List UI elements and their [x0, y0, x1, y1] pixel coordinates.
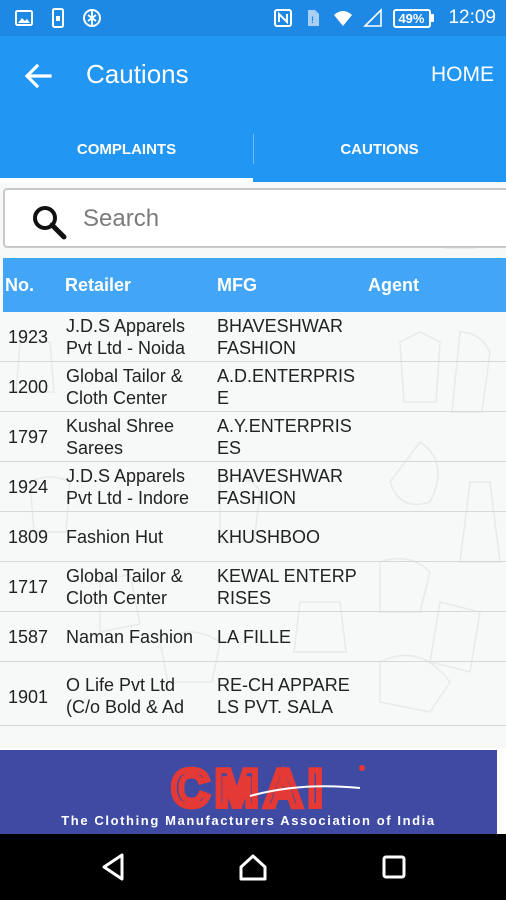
cmai-banner: CMAI The Clothing Manufacturers Associat… — [0, 750, 497, 834]
table-row[interactable]: 1809 Fashion Hut KHUSHBOO — [0, 512, 506, 562]
table-body: 1923 J.D.S Apparels Pvt Ltd - Noida BHAV… — [0, 312, 506, 736]
cell-mfg: A.D.ENTERPRISE — [217, 365, 356, 408]
column-header-retailer: Retailer — [65, 275, 132, 295]
content-area: No. Retailer MFG Agent 1923 J.D.S Appare… — [0, 182, 506, 748]
app-bar: Cautions HOME — [0, 36, 506, 116]
image-icon — [15, 10, 33, 26]
table-row[interactable]: 1200 Global Tailor & Cloth Center A.D.EN… — [0, 362, 506, 412]
cell-retailer: Global Tailor & Cloth Center — [66, 565, 183, 608]
battery-level: 49% — [393, 8, 432, 28]
search-bar — [3, 188, 506, 248]
battery-icon: 49% — [393, 8, 435, 28]
page-title: Cautions — [86, 59, 189, 89]
home-nav-icon[interactable] — [237, 851, 269, 883]
cell-mfg: KHUSHBOO — [217, 526, 321, 547]
table-header: No. Retailer MFG Agent — [3, 258, 506, 312]
tab-cautions[interactable]: CAUTIONS — [253, 116, 506, 182]
back-nav-icon[interactable] — [98, 851, 130, 883]
cell-retailer: Kushal Shree Sarees — [66, 415, 175, 458]
table-row[interactable]: 1587 Naman Fashion LA FILLE — [0, 612, 506, 662]
cell-no: 1200 — [8, 376, 49, 397]
cell-retailer: Global Tailor & Cloth Center — [66, 365, 183, 408]
signal-icon — [363, 8, 383, 27]
cell-no: 1717 — [8, 576, 49, 597]
table-row[interactable]: 1797 Kushal Shree Sarees A.Y.ENTERPRISES — [0, 412, 506, 462]
cell-mfg: BHAVESHWAR FASHION — [217, 465, 344, 508]
sim-icon: ! — [308, 10, 320, 26]
cell-retailer: Naman Fashion — [66, 626, 194, 647]
cell-mfg: KEWAL ENTERPRISES — [217, 565, 357, 608]
column-header-no: No. — [5, 275, 34, 295]
recents-nav-icon[interactable] — [378, 851, 410, 883]
column-header-mfg: MFG — [217, 275, 257, 295]
cell-mfg: BHAVESHWAR FASHION — [217, 315, 344, 358]
wifi-icon — [334, 11, 353, 26]
cell-no: 1924 — [8, 476, 49, 497]
nfc-icon — [274, 9, 293, 27]
cell-no: 1797 — [8, 426, 49, 447]
cell-no: 1587 — [8, 626, 49, 647]
home-button[interactable]: HOME — [431, 63, 494, 87]
cmai-logo: CMAI — [169, 762, 365, 812]
svg-text:!: ! — [311, 15, 314, 25]
cell-no: 1901 — [8, 687, 49, 707]
ad-banner[interactable]: CMAI The Clothing Manufacturers Associat… — [0, 748, 506, 834]
search-icon — [33, 206, 67, 240]
cell-retailer: Fashion Hut — [66, 526, 164, 547]
cell-retailer: J.D.S Apparels Pvt Ltd - Indore — [66, 465, 190, 508]
table-row[interactable]: 1901 O Life Pvt Ltd (C/o Bold & Ad RE-CH… — [0, 662, 506, 726]
cell-retailer: O Life Pvt Ltd (C/o Bold & Ad — [66, 675, 185, 717]
status-bar: ! 49% 12:09 — [0, 0, 506, 36]
cell-mfg: RE-CH APPARELS PVT. SALA — [217, 675, 350, 717]
table-row[interactable]: 1924 J.D.S Apparels Pvt Ltd - Indore BHA… — [0, 462, 506, 512]
cell-mfg: LA FILLE — [217, 626, 292, 647]
no-sync-icon — [83, 9, 101, 27]
phone-icon — [52, 8, 64, 28]
table-row[interactable]: 1923 J.D.S Apparels Pvt Ltd - Noida BHAV… — [0, 312, 506, 362]
tab-divider — [253, 134, 254, 164]
system-nav-bar — [0, 834, 506, 900]
arrow-left-icon[interactable] — [22, 60, 54, 92]
table-row[interactable]: 1717 Global Tailor & Cloth Center KEWAL … — [0, 562, 506, 612]
cell-retailer: J.D.S Apparels Pvt Ltd - Noida — [66, 315, 186, 358]
column-header-agent: Agent — [368, 275, 419, 295]
cell-mfg: A.Y.ENTERPRISES — [217, 415, 352, 458]
search-input[interactable] — [83, 201, 483, 237]
banner-tagline: The Clothing Manufacturers Association o… — [61, 813, 436, 828]
tab-complaints[interactable]: COMPLAINTS — [0, 116, 253, 182]
clock: 12:09 — [448, 7, 496, 28]
cell-no: 1923 — [8, 326, 49, 347]
cell-no: 1809 — [8, 526, 49, 547]
